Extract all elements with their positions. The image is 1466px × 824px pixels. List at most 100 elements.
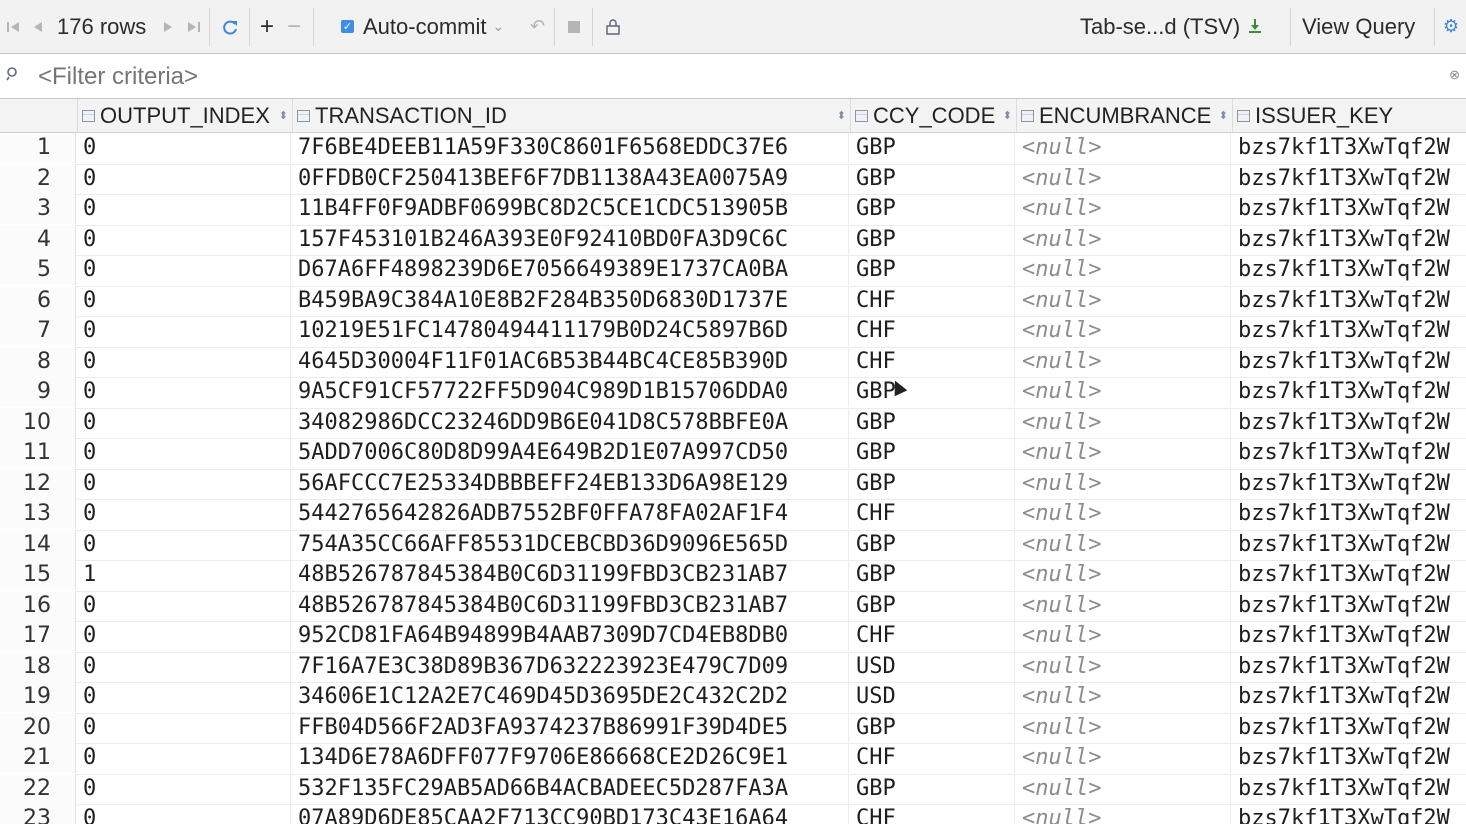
cell-issuer-key[interactable]: bzs7kf1T3XwTqf2W bbox=[1232, 774, 1466, 804]
row-number[interactable]: 18 bbox=[0, 651, 76, 682]
auto-commit-toggle[interactable]: ✓ Auto-commit ⌄ bbox=[341, 0, 504, 53]
cell-ccy-code[interactable]: CHF bbox=[850, 346, 1015, 377]
lock-icon[interactable] bbox=[605, 0, 621, 53]
sort-icon[interactable]: ⬍ bbox=[837, 109, 846, 122]
cell-ccy-code[interactable]: USD bbox=[850, 651, 1015, 682]
cell-ccy-code[interactable]: GBP bbox=[850, 712, 1015, 743]
cell-encumbrance[interactable]: <null> bbox=[1016, 773, 1231, 804]
cell-transaction-id[interactable]: D67A6FF4898239D6E7056649389E1737CA0BA bbox=[292, 255, 849, 285]
cell-encumbrance[interactable]: <null> bbox=[1016, 133, 1231, 163]
row-number[interactable]: 2 bbox=[0, 163, 76, 194]
cell-ccy-code[interactable]: CHF bbox=[850, 621, 1015, 651]
cell-issuer-key[interactable]: bzs7kf1T3XwTqf2W bbox=[1232, 591, 1466, 621]
cell-ccy-code[interactable]: GBP bbox=[850, 590, 1015, 621]
cell-ccy-code[interactable]: GBP bbox=[850, 255, 1015, 285]
cell-encumbrance[interactable]: <null> bbox=[1016, 407, 1231, 438]
cell-output-index[interactable]: 0 bbox=[77, 651, 291, 682]
row-number[interactable]: 14 bbox=[0, 529, 76, 560]
cell-encumbrance[interactable]: <null> bbox=[1016, 316, 1231, 346]
row-number[interactable]: 15 bbox=[0, 560, 76, 590]
cell-encumbrance[interactable]: <null> bbox=[1016, 346, 1231, 377]
table-row[interactable]: 7 0 10219E51FC14780494411179B0D24C5897B6D C… bbox=[0, 316, 1466, 348]
cell-transaction-id[interactable]: 11B4FF0F9ADBF0699BC8D2C5CE1CDC513905B bbox=[292, 194, 849, 224]
cell-transaction-id[interactable]: FFB04D566F2AD3FA9374237B86991F39D4DE5 bbox=[292, 712, 849, 743]
cell-transaction-id[interactable]: 7F16A7E3C38D89B367D632223923E479C7D09 bbox=[292, 651, 849, 682]
cell-ccy-code[interactable]: GBP bbox=[850, 133, 1015, 163]
cell-transaction-id[interactable]: 9A5CF91CF57722FF5D904C989D1B15706DDA0 bbox=[292, 377, 849, 407]
cell-issuer-key[interactable]: bzs7kf1T3XwTqf2W bbox=[1232, 682, 1466, 712]
cell-output-index[interactable]: 0 bbox=[77, 590, 291, 621]
column-header-issuer-key[interactable]: ISSUER_KEY bbox=[1232, 99, 1466, 132]
table-row[interactable]: 2 0 0FFDB0CF250413BEF6F7DB1138A43EA0075A9 G… bbox=[0, 163, 1466, 195]
cell-encumbrance[interactable]: <null> bbox=[1016, 621, 1231, 651]
table-row[interactable]: 19 0 34606E1C12A2E7C469D45D3695DE2C432C2D2… bbox=[0, 682, 1466, 714]
sort-icon[interactable]: ⬍ bbox=[279, 109, 288, 122]
cell-output-index[interactable]: 0 bbox=[77, 712, 291, 743]
cell-encumbrance[interactable]: <null> bbox=[1016, 377, 1231, 407]
cell-encumbrance[interactable]: <null> bbox=[1016, 499, 1231, 529]
cell-encumbrance[interactable]: <null> bbox=[1016, 590, 1231, 621]
cell-transaction-id[interactable]: 4645D30004F11F01AC6B53B44BC4CE85B390D bbox=[292, 346, 849, 377]
cell-ccy-code[interactable]: GBP bbox=[850, 438, 1015, 468]
cell-encumbrance[interactable]: <null> bbox=[1016, 804, 1231, 824]
cell-output-index[interactable]: 0 bbox=[77, 346, 291, 377]
table-row[interactable]: 11 0 5ADD7006C80D8D99A4E649B2D1E07A997CD50… bbox=[0, 438, 1466, 470]
cell-issuer-key[interactable]: bzs7kf1T3XwTqf2W bbox=[1232, 469, 1466, 499]
cell-transaction-id[interactable]: 7F6BE4DEEB11A59F330C8601F6568EDDC37E6 bbox=[292, 133, 849, 163]
cell-encumbrance[interactable]: <null> bbox=[1016, 743, 1231, 773]
cell-output-index[interactable]: 0 bbox=[77, 529, 291, 560]
cell-output-index[interactable]: 0 bbox=[77, 682, 291, 712]
cell-output-index[interactable]: 0 bbox=[77, 499, 291, 529]
cell-issuer-key[interactable]: bzs7kf1T3XwTqf2W bbox=[1232, 255, 1466, 285]
cell-issuer-key[interactable]: bzs7kf1T3XwTqf2W bbox=[1232, 652, 1466, 682]
table-row[interactable]: 14 0 754A35CC66AFF85531DCEBCBD36D9096E565D… bbox=[0, 529, 1466, 561]
cell-issuer-key[interactable]: bzs7kf1T3XwTqf2W bbox=[1232, 316, 1466, 346]
row-number[interactable]: 11 bbox=[0, 438, 76, 468]
cell-encumbrance[interactable]: <null> bbox=[1016, 468, 1231, 499]
cell-output-index[interactable]: 0 bbox=[77, 468, 291, 499]
table-row[interactable]: 15 1 48B526787845384B0C6D31199FBD3CB231AB7… bbox=[0, 560, 1466, 592]
row-number[interactable]: 3 bbox=[0, 194, 76, 224]
row-number[interactable]: 4 bbox=[0, 224, 76, 255]
cell-issuer-key[interactable]: bzs7kf1T3XwTqf2W bbox=[1232, 347, 1466, 377]
cell-transaction-id[interactable]: B459BA9C384A10E8B2F284B350D6830D1737E bbox=[292, 285, 849, 316]
cell-transaction-id[interactable]: 0FFDB0CF250413BEF6F7DB1138A43EA0075A9 bbox=[292, 163, 849, 194]
cell-issuer-key[interactable]: bzs7kf1T3XwTqf2W bbox=[1232, 621, 1466, 651]
cell-transaction-id[interactable]: 07A89D6DE85CAA2F713CC90BD173C43E16A64 bbox=[292, 804, 849, 824]
table-row[interactable]: 20 0 FFB04D566F2AD3FA9374237B86991F39D4DE5… bbox=[0, 712, 1466, 744]
cell-ccy-code[interactable]: USD bbox=[850, 682, 1015, 712]
row-number[interactable]: 6 bbox=[0, 285, 76, 316]
cell-output-index[interactable]: 0 bbox=[77, 438, 291, 468]
cell-issuer-key[interactable]: bzs7kf1T3XwTqf2W bbox=[1232, 164, 1466, 194]
prev-page-icon[interactable] bbox=[32, 0, 44, 53]
table-row[interactable]: 16 0 48B526787845384B0C6D31199FBD3CB231AB7… bbox=[0, 590, 1466, 622]
table-row[interactable]: 13 0 5442765642826ADB7552BF0FFA78FA02AF1F4… bbox=[0, 499, 1466, 531]
cell-output-index[interactable]: 0 bbox=[77, 194, 291, 224]
first-page-icon[interactable] bbox=[6, 0, 22, 53]
refresh-icon[interactable] bbox=[221, 0, 239, 53]
cell-encumbrance[interactable]: <null> bbox=[1016, 712, 1231, 743]
cell-transaction-id[interactable]: 34606E1C12A2E7C469D45D3695DE2C432C2D2 bbox=[292, 682, 849, 712]
cell-transaction-id[interactable]: 952CD81FA64B94899B4AAB7309D7CD4EB8DB0 bbox=[292, 621, 849, 651]
row-number[interactable]: 21 bbox=[0, 743, 76, 773]
cell-encumbrance[interactable]: <null> bbox=[1016, 163, 1231, 194]
cell-output-index[interactable]: 0 bbox=[77, 224, 291, 255]
table-row[interactable]: 3 0 11B4FF0F9ADBF0699BC8D2C5CE1CDC513905B G… bbox=[0, 194, 1466, 226]
cell-ccy-code[interactable]: GBP bbox=[850, 773, 1015, 804]
cell-ccy-code[interactable]: GBP bbox=[850, 224, 1015, 255]
table-row[interactable]: 18 0 7F16A7E3C38D89B367D632223923E479C7D09… bbox=[0, 651, 1466, 683]
cell-output-index[interactable]: 0 bbox=[77, 407, 291, 438]
filter-input[interactable] bbox=[36, 62, 1420, 92]
table-row[interactable]: 1 0 7F6BE4DEEB11A59F330C8601F6568EDDC37E6 G… bbox=[0, 133, 1466, 165]
row-number[interactable]: 16 bbox=[0, 590, 76, 621]
row-number[interactable]: 8 bbox=[0, 346, 76, 377]
remove-row-icon[interactable]: − bbox=[287, 0, 301, 53]
cell-output-index[interactable]: 0 bbox=[77, 255, 291, 285]
sort-icon[interactable]: ⬍ bbox=[1003, 109, 1012, 122]
cell-output-index[interactable]: 0 bbox=[77, 804, 291, 824]
table-row[interactable]: 4 0 157F453101B246A393E0F92410BD0FA3D9C6C G… bbox=[0, 224, 1466, 256]
cell-encumbrance[interactable]: <null> bbox=[1016, 682, 1231, 712]
cell-ccy-code[interactable]: GBP bbox=[850, 529, 1015, 560]
table-row[interactable]: 23 0 07A89D6DE85CAA2F713CC90BD173C43E16A64… bbox=[0, 804, 1466, 824]
table-row[interactable]: 8 0 4645D30004F11F01AC6B53B44BC4CE85B390D C… bbox=[0, 346, 1466, 378]
